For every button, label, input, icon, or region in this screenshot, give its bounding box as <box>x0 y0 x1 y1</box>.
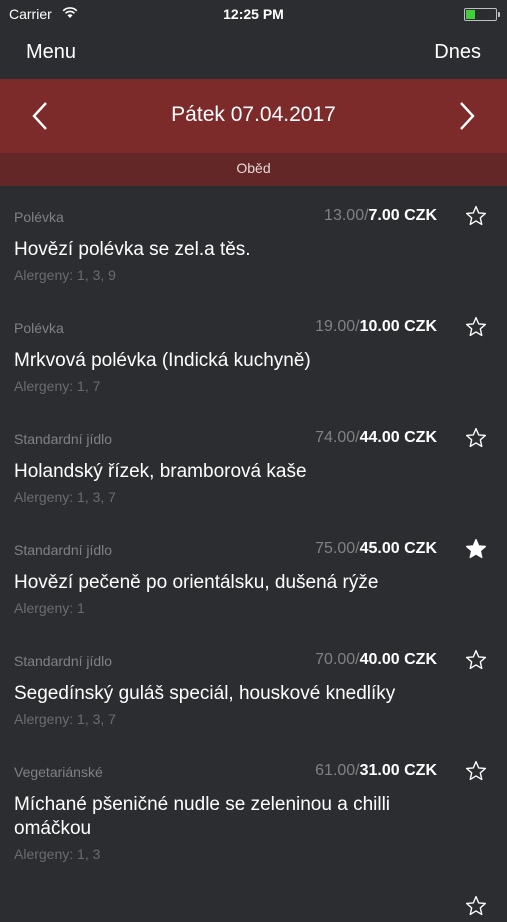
star-icon[interactable] <box>465 316 487 338</box>
item-allergens: Alergeny: 1, 3, 7 <box>14 489 116 505</box>
item-allergens: Alergeny: 1 <box>14 600 85 616</box>
list-item[interactable]: Polévka 19.00/10.00 CZK Mrkvová polévka (I… <box>0 297 507 408</box>
item-category: Polévka <box>14 209 64 225</box>
item-name: Hovězí polévka se zel.a těs. <box>14 239 251 260</box>
item-allergens: Alergeny: 1, 3 <box>14 846 101 862</box>
star-icon[interactable] <box>465 205 487 227</box>
status-bar: Carrier 12:25 PM <box>0 0 507 28</box>
item-new-price: 7.00 CZK <box>368 207 437 224</box>
battery-nub <box>498 12 500 17</box>
battery-fill <box>466 10 475 19</box>
item-category: Polévka <box>14 320 64 336</box>
item-price: 61.00/31.00 CZK <box>315 762 437 780</box>
item-price: 19.00/10.00 CZK <box>315 318 437 336</box>
item-price: 74.00/44.00 CZK <box>315 429 437 447</box>
item-category: Standardní jídlo <box>14 542 113 558</box>
item-old-price: 13.00/ <box>324 207 369 224</box>
meal-label: Oběd <box>0 153 507 186</box>
item-allergens: Alergeny: 1, 7 <box>14 378 101 394</box>
item-new-price: 31.00 CZK <box>359 762 437 779</box>
item-name: Holandský řízek, bramborová kaše <box>14 461 307 482</box>
item-name: Mrkvová polévka (Indická kuchyně) <box>14 350 311 371</box>
item-old-price: 19.00/ <box>315 318 360 335</box>
star-icon[interactable] <box>465 760 487 782</box>
list-item[interactable]: Standardní jídlo 75.00/45.00 CZK Hovězí pe… <box>0 519 507 630</box>
item-allergens: Alergeny: 1, 3, 7 <box>14 711 116 727</box>
item-name: Míchané pšeničné nudle se zeleninou a ch… <box>14 794 391 839</box>
nav-bar: Menu Dnes <box>0 28 507 79</box>
item-name: Segedínský guláš speciál, houskové knedl… <box>14 683 396 704</box>
item-old-price: 70.00/ <box>315 651 360 668</box>
item-price: 13.00/7.00 CZK <box>324 207 437 225</box>
item-name: Hovězí pečeně po orientálsku, dušená rýž… <box>14 572 379 593</box>
item-new-price: 10.00 CZK <box>359 318 437 335</box>
item-old-price: 61.00/ <box>315 762 360 779</box>
star-icon[interactable] <box>465 649 487 671</box>
item-price: 70.00/40.00 CZK <box>315 651 437 669</box>
chevron-right-icon[interactable] <box>455 100 479 132</box>
list-item[interactable]: Standardní jídlo 74.00/44.00 CZK Holandský… <box>0 408 507 519</box>
list-item[interactable]: Vegetariánské 61.00/31.00 CZK Míchané pšen… <box>0 741 507 876</box>
item-category: Vegetariánské <box>14 764 103 780</box>
menu-list: Polévka 13.00/7.00 CZK Hovězí polévka se z… <box>0 186 507 876</box>
item-new-price: 44.00 CZK <box>359 429 437 446</box>
date-bar: Pátek 07.04.2017 <box>0 79 507 153</box>
item-new-price: 40.00 CZK <box>359 651 437 668</box>
star-filled-icon[interactable] <box>465 538 487 560</box>
list-item[interactable]: Standardní jídlo 70.00/40.00 CZK Segedínsk… <box>0 630 507 741</box>
item-category: Standardní jídlo <box>14 431 113 447</box>
item-allergens: Alergeny: 1, 3, 9 <box>14 267 116 283</box>
item-category: Standardní jídlo <box>14 653 113 669</box>
list-item[interactable]: Polévka 13.00/7.00 CZK Hovězí polévka se z… <box>0 186 507 297</box>
item-old-price: 75.00/ <box>315 540 360 557</box>
menu-button[interactable]: Menu <box>26 41 76 64</box>
item-old-price: 74.00/ <box>315 429 360 446</box>
star-icon[interactable] <box>465 427 487 449</box>
status-time: 12:25 PM <box>223 6 284 22</box>
date-title: Pátek 07.04.2017 <box>171 103 336 126</box>
today-button[interactable]: Dnes <box>434 41 481 64</box>
item-new-price: 45.00 CZK <box>359 540 437 557</box>
star-icon[interactable] <box>465 895 487 917</box>
item-price: 75.00/45.00 CZK <box>315 540 437 558</box>
battery-icon <box>464 8 500 21</box>
